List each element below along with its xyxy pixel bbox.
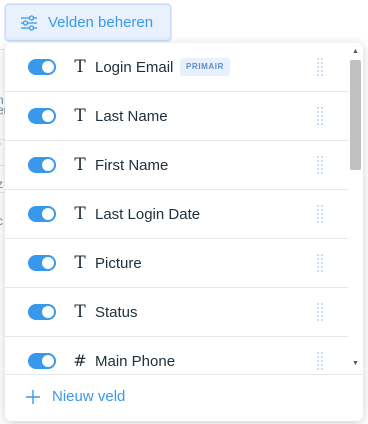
primary-badge: PRIMAIR [180, 58, 230, 76]
field-row-login-email[interactable]: T Login Email PRIMAIR [5, 43, 348, 92]
visibility-toggle[interactable] [28, 353, 56, 369]
field-row-picture[interactable]: T Picture [5, 239, 348, 288]
visibility-toggle[interactable] [28, 304, 56, 320]
table-cell-fragment: r [0, 139, 1, 153]
visibility-toggle[interactable] [28, 108, 56, 124]
fields-panel: T Login Email PRIMAIR T Last Name T Firs… [5, 43, 363, 421]
plus-icon [26, 389, 40, 404]
add-field-label: Nieuw veld [52, 388, 126, 405]
text-type-icon: T [74, 253, 86, 273]
manage-fields-button[interactable]: Velden beheren [5, 4, 171, 41]
text-type-icon: T [74, 57, 86, 77]
table-cell-fragment: c [0, 214, 3, 228]
add-field-button[interactable]: Nieuw veld [25, 388, 125, 405]
drag-handle-icon[interactable] [316, 155, 324, 176]
drag-handle-icon[interactable] [316, 204, 324, 225]
scroll-down-arrow-icon[interactable]: ▼ [351, 359, 360, 369]
fields-list: T Login Email PRIMAIR T Last Name T Firs… [5, 43, 348, 374]
field-label: First Name [95, 157, 169, 174]
field-row-main-phone[interactable]: # Main Phone [5, 337, 348, 374]
number-type-icon: # [73, 351, 87, 370]
scrollbar-thumb[interactable] [350, 60, 361, 170]
field-row-status[interactable]: T Status [5, 288, 348, 337]
drag-handle-icon[interactable] [316, 57, 324, 78]
field-label: Main Phone [95, 353, 176, 370]
text-type-icon: T [74, 106, 86, 126]
scrollbar[interactable]: ▲ ▼ [348, 43, 363, 374]
visibility-toggle[interactable] [28, 59, 56, 75]
text-type-icon: T [74, 155, 86, 175]
visibility-toggle[interactable] [28, 157, 56, 173]
drag-handle-icon[interactable] [316, 351, 324, 372]
panel-footer: Nieuw veld [5, 374, 363, 421]
field-label: Status [95, 304, 138, 321]
sliders-icon [21, 14, 37, 31]
field-row-last-name[interactable]: T Last Name [5, 92, 348, 141]
drag-handle-icon[interactable] [316, 302, 324, 323]
text-type-icon: T [74, 204, 86, 224]
drag-handle-icon[interactable] [316, 106, 324, 127]
drag-handle-icon[interactable] [316, 253, 324, 274]
field-label: Login Email [95, 59, 174, 76]
field-label: Last Login Date [95, 206, 201, 223]
field-row-last-login-date[interactable]: T Last Login Date [5, 190, 348, 239]
table-cell-fragment: z [0, 177, 3, 191]
scroll-up-arrow-icon[interactable]: ▲ [351, 47, 360, 57]
text-type-icon: T [74, 302, 86, 322]
visibility-toggle[interactable] [28, 206, 56, 222]
field-label: Picture [95, 255, 142, 272]
visibility-toggle[interactable] [28, 255, 56, 271]
manage-fields-label: Velden beheren [48, 14, 154, 31]
field-label: Last Name [95, 108, 168, 125]
field-row-first-name[interactable]: T First Name [5, 141, 348, 190]
